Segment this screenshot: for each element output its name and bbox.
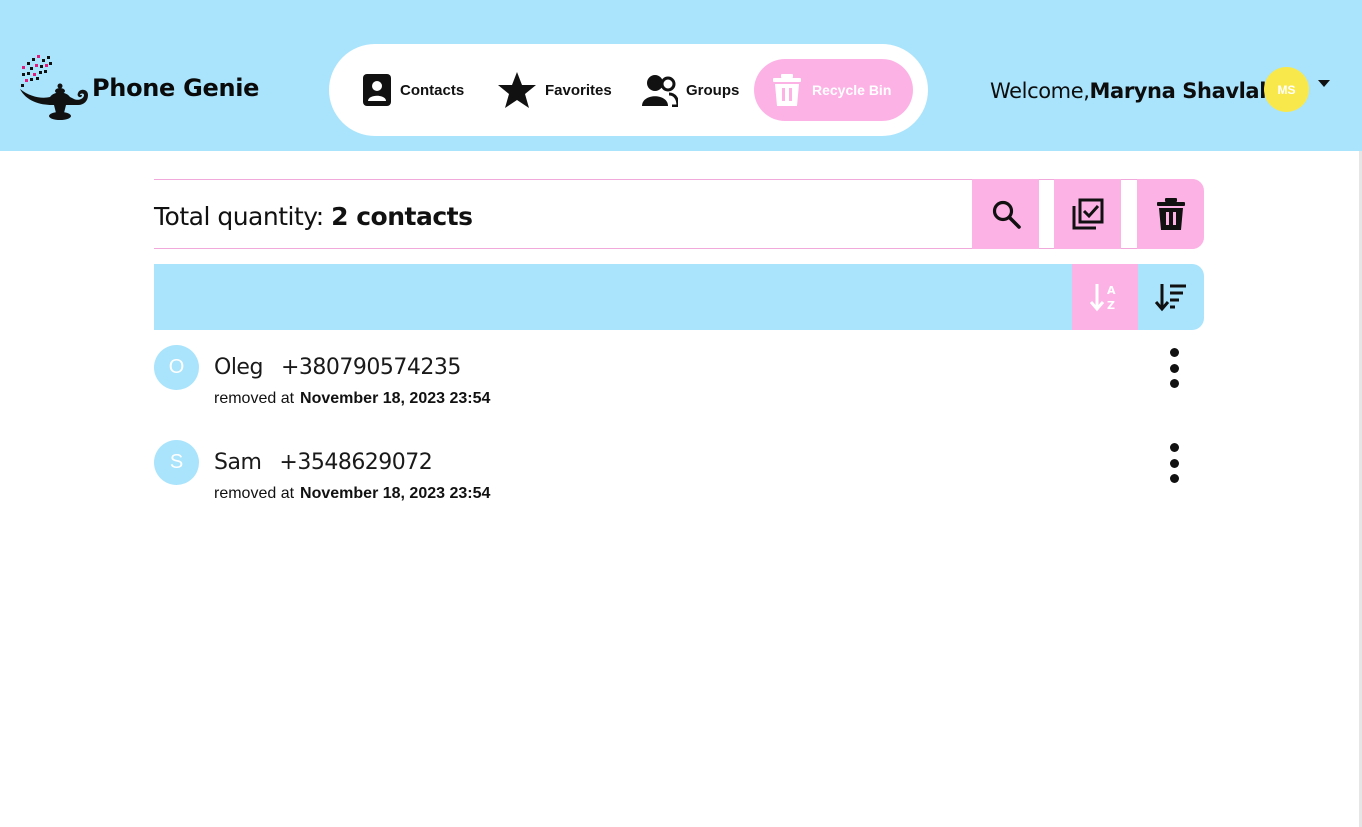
contacts-toolbar: Total quantity: 2 contacts: [154, 179, 1204, 249]
select-all-button[interactable]: [1054, 179, 1121, 249]
nav-item-recycle-bin[interactable]: Recycle Bin: [754, 59, 913, 121]
welcome-message: Welcome,Maryna Shavlak!: [990, 79, 1282, 103]
list-item[interactable]: O Oleg +380790574235 removed at November 1…: [154, 345, 1204, 415]
nav-item-label: Groups: [686, 81, 740, 99]
contact-name-line: Sam +3548629072: [214, 450, 433, 475]
nav-item-contacts[interactable]: Contacts: [362, 59, 464, 121]
removed-info: removed at November 18, 2023 23:54: [214, 485, 490, 503]
contact-name: Sam: [214, 450, 262, 475]
contact-name: Oleg: [214, 355, 263, 380]
group-icon: [642, 75, 678, 107]
nav-item-groups[interactable]: Groups: [642, 59, 739, 121]
sort-list-button[interactable]: [1138, 264, 1204, 330]
star-icon: [498, 72, 536, 108]
genie-lamp-icon: [20, 55, 88, 120]
sort-alphabetical-button[interactable]: A Z: [1072, 264, 1138, 330]
sort-alpha-icon: A Z: [1090, 284, 1116, 312]
chevron-down-icon[interactable]: [1318, 80, 1330, 87]
contact-avatar: S: [154, 440, 199, 485]
main-nav: Contacts Favorites Groups Recycle Bin: [329, 44, 928, 136]
contact-avatar: O: [154, 345, 199, 390]
avatar[interactable]: MS: [1264, 67, 1309, 112]
list-item[interactable]: S Sam +3548629072 removed at November 18, …: [154, 440, 1204, 510]
total-value: 2 contacts: [331, 202, 473, 231]
removed-label: removed at: [214, 390, 295, 407]
delete-button[interactable]: [1137, 179, 1204, 249]
app-title: Phone Genie: [92, 74, 260, 102]
contact-phone: +3548629072: [279, 450, 433, 475]
removed-date: November 18, 2023 23:54: [300, 485, 491, 502]
svg-text:A: A: [1107, 284, 1116, 297]
search-icon: [992, 200, 1021, 229]
nav-item-label: Contacts: [400, 81, 465, 99]
removed-date: November 18, 2023 23:54: [300, 390, 491, 407]
welcome-prefix: Welcome,: [990, 79, 1090, 103]
more-options-icon[interactable]: [1162, 348, 1186, 388]
contact-book-icon: [363, 74, 391, 106]
sort-list-icon: [1155, 284, 1186, 312]
contact-phone: +380790574235: [280, 355, 461, 380]
more-options-icon[interactable]: [1162, 443, 1186, 483]
app-header: Phone Genie Contacts Favorites Groups Re…: [0, 0, 1362, 151]
contact-name-line: Oleg +380790574235: [214, 355, 461, 380]
removed-label: removed at: [214, 485, 295, 502]
total-label: Total quantity:: [154, 202, 332, 231]
trash-icon: [773, 74, 801, 106]
user-name: Maryna Shavlak!: [1089, 79, 1283, 103]
sort-bar: A Z: [154, 264, 1204, 330]
app-logo[interactable]: Phone Genie: [18, 52, 268, 128]
svg-text:Z: Z: [1107, 299, 1115, 312]
search-button[interactable]: [972, 179, 1039, 249]
nav-item-favorites[interactable]: Favorites: [497, 59, 612, 121]
removed-info: removed at November 18, 2023 23:54: [214, 390, 490, 408]
nav-item-label: Recycle Bin: [812, 82, 892, 98]
select-all-icon: [1072, 198, 1103, 230]
nav-item-label: Favorites: [545, 81, 612, 99]
delete-icon: [1156, 198, 1185, 230]
total-quantity: Total quantity: 2 contacts: [154, 202, 473, 231]
